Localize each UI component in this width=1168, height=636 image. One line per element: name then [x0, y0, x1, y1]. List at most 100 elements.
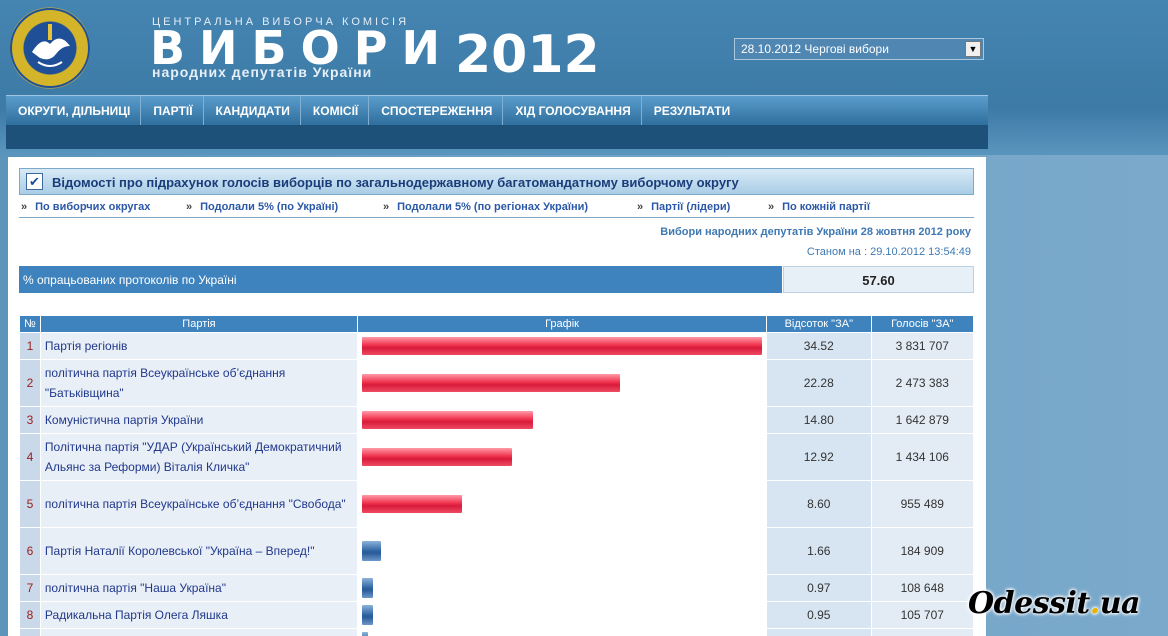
party-name-link[interactable]: Комуністична партія України [39, 406, 359, 434]
nav-item-commissions[interactable]: КОМІСІЇ [301, 96, 370, 126]
double-chevron-icon: » [768, 201, 775, 213]
subnav-by-districts[interactable]: » По виборчих округах [21, 201, 150, 213]
brand-year: 2012 [455, 25, 600, 85]
emblem-icon [10, 8, 90, 88]
vote-count: 2 473 383 [870, 359, 975, 407]
row-number: 3 [19, 406, 41, 434]
vote-count: 1 434 106 [870, 433, 975, 481]
row-number: 2 [19, 359, 41, 407]
nav-item-results[interactable]: РЕЗУЛЬТАТИ [642, 96, 741, 126]
table-row: 3 Комуністична партія України 14.80 1 642 8… [19, 406, 975, 434]
graph-cell [357, 332, 768, 360]
party-name-link[interactable]: політична партія Всеукраїнське об’єднанн… [39, 480, 359, 528]
vote-share-bar [362, 495, 463, 513]
party-name-link[interactable]: політична партія "Наша Україна" [39, 574, 359, 602]
party-name-link[interactable]: політична партія Всеукраїнське об’єднанн… [39, 359, 359, 407]
vote-count: 3 831 707 [870, 332, 975, 360]
row-number: 9 [19, 628, 41, 636]
checkbox-icon: ✔ [26, 173, 43, 190]
row-number: 1 [19, 332, 41, 360]
double-chevron-icon: » [383, 201, 390, 213]
party-name-link[interactable]: Партія Пенсіонерів України [39, 628, 359, 636]
vote-share-bar [362, 374, 621, 392]
vote-share-bar [362, 411, 534, 429]
subnav-each-party[interactable]: » По кожній партії [768, 201, 870, 213]
vote-percent: 0.95 [766, 601, 872, 629]
table-row: 5 політична партія Всеукраїнське об’єднан… [19, 480, 975, 528]
table-row: 6 Партія Наталії Королевської "Україна – … [19, 527, 975, 575]
row-number: 5 [19, 480, 41, 528]
graph-cell [357, 480, 768, 528]
vote-percent: 12.92 [766, 433, 872, 481]
col-header-percent: Відсоток "ЗА" [766, 315, 872, 333]
vote-count: 955 489 [870, 480, 975, 528]
graph-cell [357, 359, 768, 407]
subnav-party-leaders[interactable]: » Партії (лідери) [637, 201, 730, 213]
results-table: № Партія Графік Відсоток "ЗА" Голосів "З… [19, 315, 975, 636]
table-row: 1 Партія регіонів 34.52 3 831 707 [19, 332, 975, 360]
status-timestamp: Станом на : 29.10.2012 13:54:49 [806, 246, 971, 258]
subnav-passed-5-regions[interactable]: » Подолали 5% (по регіонах України) [383, 201, 588, 213]
vote-count: 108 648 [870, 574, 975, 602]
election-select[interactable]: 28.10.2012 Чергові вибори ▼ [734, 38, 984, 60]
odessit-watermark-logo: Odessit.ua [968, 586, 1140, 621]
vote-percent: 22.28 [766, 359, 872, 407]
row-number: 8 [19, 601, 41, 629]
vote-count: 62 299 [870, 628, 975, 636]
vote-percent: 1.66 [766, 527, 872, 575]
protocols-processed-label: % опрацьованих протоколів по Україні [19, 266, 782, 293]
vote-percent: 34.52 [766, 332, 872, 360]
nav-subbar [6, 125, 988, 149]
brand-title: ВИБОРИ [150, 21, 454, 75]
nav-item-parties[interactable]: ПАРТІЇ [141, 96, 204, 126]
cvk-emblem-logo[interactable] [10, 6, 90, 90]
vote-share-bar [362, 578, 374, 598]
party-name-link[interactable]: Партія регіонів [39, 332, 359, 360]
party-name-link[interactable]: Партія Наталії Королевської "Україна – В… [39, 527, 359, 575]
table-row: 9Партія Пенсіонерів України 0.5662 299 [19, 628, 975, 636]
double-chevron-icon: » [637, 201, 644, 213]
election-line: Вибори народних депутатів України 28 жов… [660, 226, 971, 238]
col-header-number: № [19, 315, 41, 333]
graph-cell [357, 601, 768, 629]
party-name-link[interactable]: Радикальна Партія Олега Ляшка [39, 601, 359, 629]
table-row: 8 Радикальна Партія Олега Ляшка 0.95 105 70… [19, 601, 975, 629]
table-row: 2 політична партія Всеукраїнське об’єднан… [19, 359, 975, 407]
vote-percent: 14.80 [766, 406, 872, 434]
protocols-processed-value: 57.60 [783, 266, 974, 293]
nav-item-observation[interactable]: СПОСТЕРЕЖЕННЯ [369, 96, 504, 126]
vote-count: 1 642 879 [870, 406, 975, 434]
table-row: 4 Політична партія "УДАР (Український Дем… [19, 433, 975, 481]
vote-count: 105 707 [870, 601, 975, 629]
row-number: 6 [19, 527, 41, 575]
nav-item-candidates[interactable]: КАНДИДАТИ [204, 96, 301, 126]
chevron-down-icon[interactable]: ▼ [965, 41, 981, 57]
nav-item-okruhy[interactable]: ОКРУГИ, ДІЛЬНИЦІ [6, 96, 142, 126]
col-header-graph: Графік [357, 315, 768, 333]
results-subnav: » По виборчих округах » Подолали 5% (по Ук… [19, 196, 974, 218]
subnav-passed-5-ukraine[interactable]: » Подолали 5% (по Україні) [186, 201, 338, 213]
table-header-row: № Партія Графік Відсоток "ЗА" Голосів "З… [19, 315, 975, 333]
party-name-link[interactable]: Політична партія "УДАР (Український Демо… [39, 433, 359, 481]
vote-percent: 0.56 [766, 628, 872, 636]
row-number: 7 [19, 574, 41, 602]
vote-percent: 8.60 [766, 480, 872, 528]
double-chevron-icon: » [186, 201, 193, 213]
double-chevron-icon: » [21, 201, 28, 213]
vote-count: 184 909 [870, 527, 975, 575]
graph-cell [357, 406, 768, 434]
graph-cell [357, 433, 768, 481]
table-row: 7 політична партія "Наша Україна" 0.97 108 … [19, 574, 975, 602]
graph-cell [357, 527, 768, 575]
main-nav: ОКРУГИ, ДІЛЬНИЦІ ПАРТІЇ КАНДИДАТИ КОМІСІ… [6, 95, 988, 126]
row-number: 4 [19, 433, 41, 481]
graph-cell [357, 628, 768, 636]
brand-subtitle: народних депутатів України [152, 64, 373, 80]
col-header-votes: Голосів "ЗА" [870, 315, 975, 333]
nav-item-voting-progress[interactable]: ХІД ГОЛОСУВАННЯ [503, 96, 642, 126]
vote-share-bar [362, 605, 374, 625]
vote-share-bar [362, 632, 369, 636]
section-title-text: Відомості про підрахунок голосів виборці… [52, 175, 739, 190]
section-title: ✔ Відомості про підрахунок голосів вибор… [19, 168, 974, 195]
election-select-value: 28.10.2012 Чергові вибори [741, 42, 889, 56]
